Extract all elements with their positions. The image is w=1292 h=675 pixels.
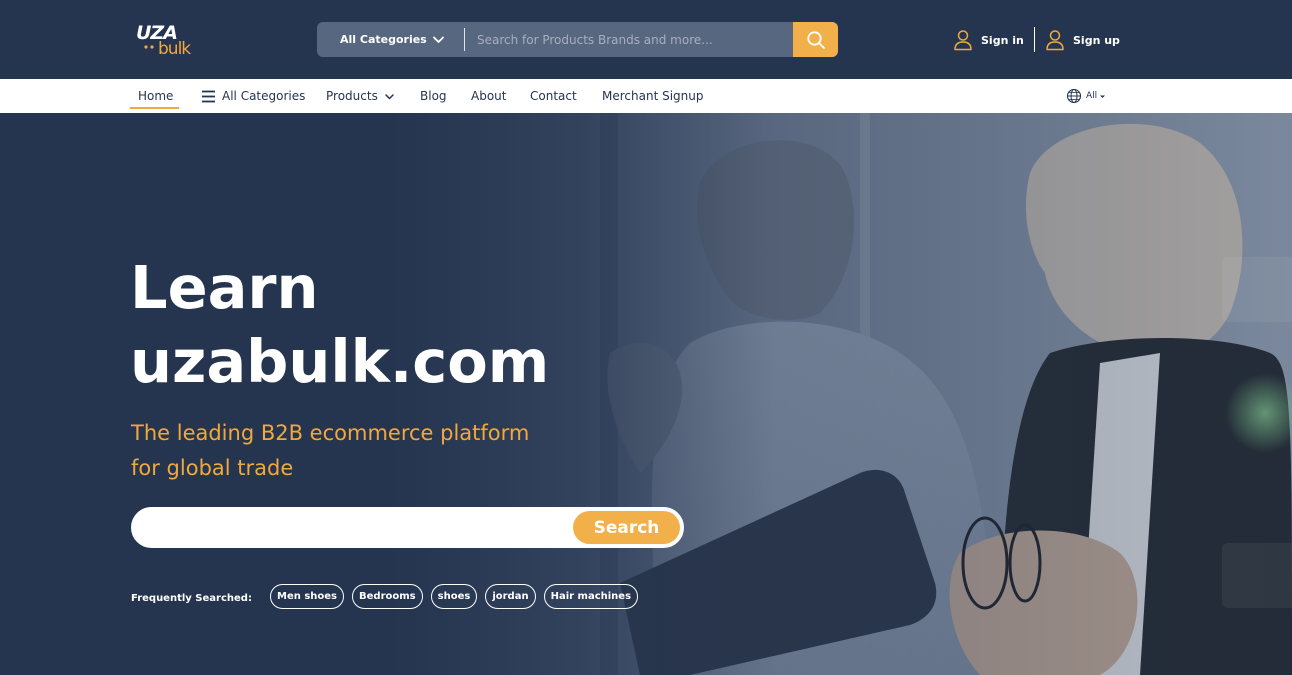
hero-title-line1: Learn	[130, 253, 319, 322]
category-select[interactable]: All Categories	[317, 22, 464, 57]
search-divider	[464, 28, 465, 51]
search-icon	[806, 30, 825, 49]
search-chip[interactable]: Bedrooms	[352, 584, 423, 609]
frequently-searched-chips: Men shoes Bedrooms shoes jordan Hair mac…	[270, 584, 639, 609]
sign-up-label: Sign up	[1073, 33, 1120, 47]
main-nav: Home All Categories Products Blog About …	[0, 79, 1292, 113]
hero-subtitle: The leading B2B ecommerce platform for g…	[131, 416, 591, 486]
nav-blog[interactable]: Blog	[420, 79, 447, 113]
nav-active-indicator	[130, 107, 179, 109]
language-selector[interactable]: All	[1066, 87, 1106, 105]
hero-banner: Learn uzabulk.com The leading B2B ecomme…	[0, 113, 1292, 675]
uzabulk-logo[interactable]: UZA bulk	[134, 22, 204, 62]
header-search-button[interactable]	[793, 22, 838, 57]
search-chip[interactable]: Hair machines	[543, 584, 639, 609]
frequently-searched-label: Frequently Searched:	[131, 593, 252, 604]
logo-cart-dots	[144, 45, 154, 49]
side-floating-tab[interactable]	[1222, 257, 1292, 322]
nav-all-categories[interactable]: All Categories	[201, 79, 305, 113]
hero-title-line2: uzabulk.com	[130, 327, 550, 396]
nav-all-categories-label: All Categories	[222, 89, 306, 103]
user-icon	[954, 30, 972, 51]
search-chip[interactable]: shoes	[430, 584, 478, 609]
hero-search-input[interactable]	[149, 509, 569, 546]
sign-in-link[interactable]: Sign in	[953, 27, 1024, 53]
auth-divider	[1034, 27, 1035, 52]
sign-up-link[interactable]: Sign up	[1045, 27, 1120, 53]
nav-products[interactable]: Products	[326, 79, 395, 113]
hero-search-button[interactable]: Search	[573, 511, 680, 544]
side-floating-tab[interactable]	[1222, 543, 1292, 608]
hamburger-icon	[202, 90, 215, 102]
nav-about[interactable]: About	[471, 79, 506, 113]
nav-contact[interactable]: Contact	[530, 79, 577, 113]
hero-subtitle-line2: for global trade	[131, 456, 294, 480]
search-chip[interactable]: jordan	[485, 584, 536, 609]
chevron-down-icon	[385, 93, 394, 99]
user-icon	[1046, 30, 1064, 51]
language-label: All	[1086, 91, 1098, 101]
search-chip[interactable]: Men shoes	[270, 584, 345, 609]
hero-subtitle-line1: The leading B2B ecommerce platform	[131, 421, 530, 445]
hero-title: Learn uzabulk.com	[130, 251, 650, 399]
top-header: UZA bulk All Categories Sign in	[0, 0, 1292, 79]
nav-products-label: Products	[326, 89, 378, 103]
caret-down-icon	[1100, 95, 1106, 98]
hero-search-box: Search	[131, 507, 684, 548]
header-search-bar: All Categories	[317, 22, 838, 57]
globe-icon	[1066, 88, 1082, 104]
nav-merchant-signup[interactable]: Merchant Signup	[602, 79, 703, 113]
sign-in-label: Sign in	[981, 33, 1024, 47]
category-select-label: All Categories	[340, 33, 427, 46]
logo-text-bottom: bulk	[158, 39, 191, 59]
chevron-down-icon	[433, 36, 444, 43]
header-search-input[interactable]	[477, 22, 787, 57]
